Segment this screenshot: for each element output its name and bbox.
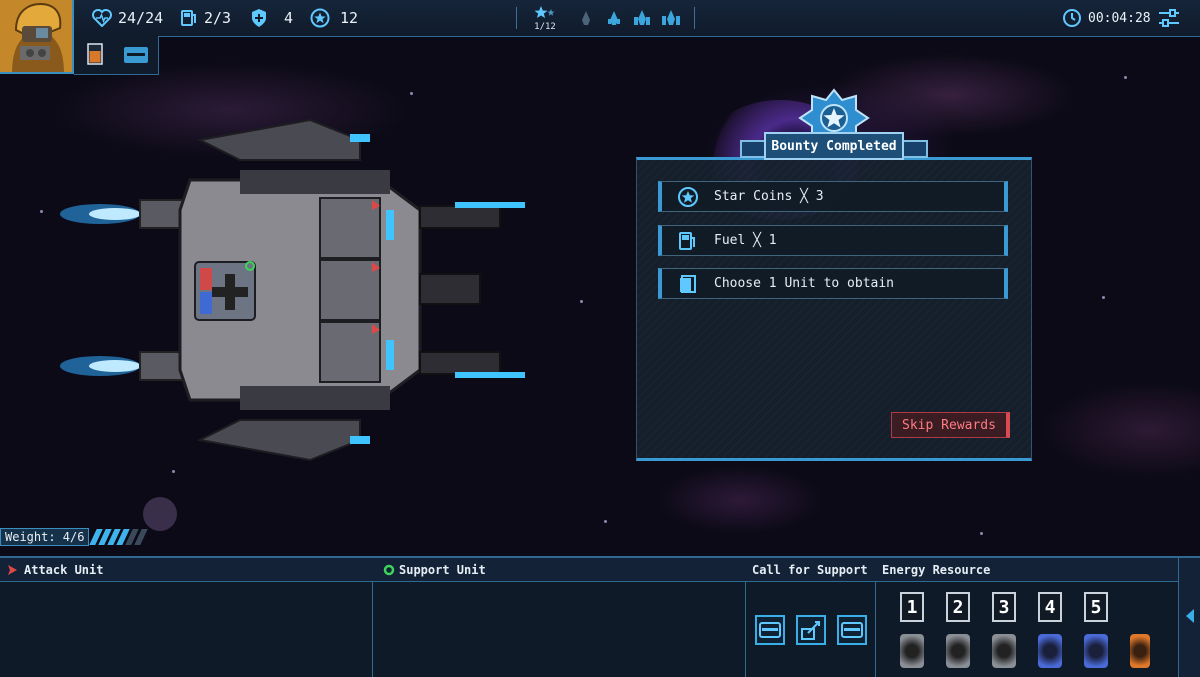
shield-value: 4 (284, 9, 294, 27)
energy-card[interactable] (900, 634, 924, 668)
fuel-stat: 2/3 (180, 8, 231, 28)
reward-row-star-coins[interactable]: Star Coins ╳ 3 (658, 181, 1008, 212)
fuel-pump-icon (181, 10, 196, 26)
attack-unit-header: Attack Unit (0, 558, 373, 582)
energy-resource-label: Energy Resource (882, 562, 991, 577)
ribbon-tail-left (740, 140, 766, 158)
energy-resource-header: Energy Resource (876, 558, 1178, 582)
ship-stage-icon (662, 10, 680, 25)
energy-card[interactable] (1130, 634, 1150, 668)
ship-stage-icon (582, 11, 590, 25)
energy-slot-number: 4 (1038, 592, 1062, 622)
shield-icon (252, 9, 266, 27)
energy-slot-number: 3 (992, 592, 1016, 622)
ribbon-tail-right (902, 140, 928, 158)
energy-card[interactable] (946, 634, 970, 668)
fuel-tank-icon[interactable] (87, 43, 103, 65)
reward-label: Fuel ╳ 1 (714, 233, 777, 248)
support-unit-header: Support Unit (373, 558, 746, 582)
weight-label: Weight: 4/6 (0, 528, 90, 546)
energy-slot-number: 5 (1084, 592, 1108, 622)
sector-progress: 1/12 (530, 5, 560, 33)
star-coin-icon (678, 186, 698, 207)
reward-label: Choose 1 Unit to obtain (714, 276, 895, 291)
health-stat: 24/24 (92, 8, 163, 28)
weight-indicator: Weight: 4/6 (0, 528, 150, 546)
planet (143, 497, 177, 531)
timer-value: 00:04:28 (1088, 10, 1151, 26)
sector-star-icon (534, 6, 555, 18)
card-icon (841, 622, 863, 638)
attack-unit-label: Attack Unit (24, 562, 104, 577)
coins-value: 12 (340, 9, 359, 27)
weight-bars (89, 529, 149, 545)
resource-subbar (74, 36, 159, 75)
player-ship (60, 118, 525, 462)
divider (516, 7, 517, 29)
energy-slot-number: 1 (900, 592, 924, 622)
support-unit-label: Support Unit (399, 562, 486, 577)
divider (694, 7, 695, 29)
shield-stat: 4 (250, 8, 293, 28)
card-icon (759, 622, 781, 638)
green-ring-icon (383, 564, 395, 575)
support-card-button[interactable] (755, 615, 785, 645)
skip-rewards-button[interactable]: Skip Rewards (891, 412, 1010, 438)
energy-card[interactable] (1038, 634, 1062, 668)
unit-card-icon[interactable] (123, 46, 149, 64)
repair-tools-icon (801, 621, 820, 640)
call-for-support-header: Call for Support (746, 558, 876, 582)
sector-progress-value: 1/12 (534, 22, 556, 32)
star-coin-icon (310, 8, 330, 28)
bottom-panel: Attack Unit Support Unit Call for Suppor… (0, 556, 1200, 677)
coins-stat: 12 (310, 8, 358, 28)
red-arrow-icon (8, 564, 17, 575)
support-unit-column: Support Unit (373, 558, 746, 677)
energy-card[interactable] (1084, 634, 1108, 668)
settings-sliders-icon[interactable] (1158, 9, 1180, 27)
captain-avatar (0, 0, 72, 72)
side-panel-toggle[interactable] (1178, 558, 1200, 677)
bounty-title: Bounty Completed (764, 132, 904, 160)
call-for-support-column: Call for Support (746, 558, 876, 677)
chevron-left-icon (1186, 609, 1194, 623)
reward-row-fuel[interactable]: Fuel ╳ 1 (658, 225, 1008, 256)
unit-card-icon (680, 274, 696, 293)
heart-icon (92, 9, 112, 27)
ship-stage-icon (608, 11, 620, 25)
attack-unit-column: Attack Unit (0, 558, 373, 677)
energy-slot-number: 2 (946, 592, 970, 622)
reward-row-choose-unit[interactable]: Choose 1 Unit to obtain (658, 268, 1008, 299)
reward-label: Star Coins ╳ 3 (714, 189, 824, 204)
support-repair-button[interactable] (796, 615, 826, 645)
top-hud-bar: 24/24 2/3 4 12 1/12 00:04:28 (0, 0, 1200, 37)
timer: 00:04:28 (1062, 8, 1151, 28)
call-for-support-label: Call for Support (752, 562, 868, 577)
captain-portrait[interactable] (0, 0, 74, 74)
ship-stage-icon (634, 10, 650, 25)
health-value: 24/24 (118, 9, 164, 27)
energy-card[interactable] (992, 634, 1016, 668)
support-card-button[interactable] (837, 615, 867, 645)
clock-icon (1063, 9, 1081, 27)
fuel-pump-icon (679, 231, 695, 250)
fuel-value: 2/3 (204, 9, 232, 27)
energy-resource-column: Energy Resource 1 2 3 4 5 (876, 558, 1178, 677)
